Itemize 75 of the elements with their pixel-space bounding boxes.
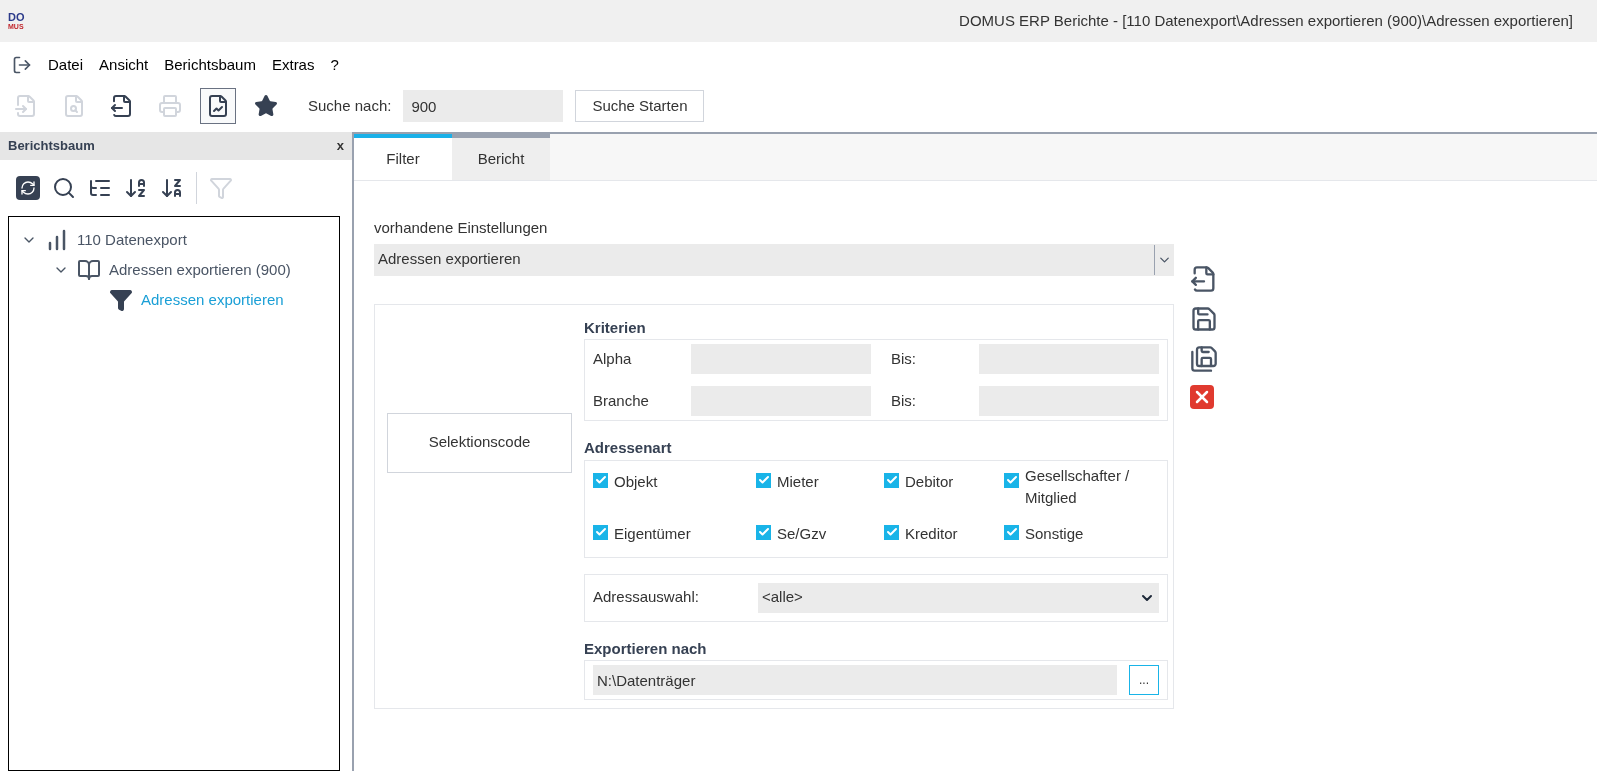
save-all-icon[interactable] xyxy=(1190,345,1218,373)
checkbox[interactable] xyxy=(1004,524,1019,540)
field-label: Branche xyxy=(593,390,650,411)
section-title: Exportieren nach xyxy=(584,638,708,659)
browse-button[interactable]: ... xyxy=(1129,665,1159,695)
menu-item[interactable]: Datei xyxy=(48,53,84,77)
menu-item[interactable]: Berichtsbaum xyxy=(164,53,256,77)
funnel-icon xyxy=(109,288,133,312)
checkbox[interactable] xyxy=(1004,472,1019,488)
checkmark-icon xyxy=(885,526,898,538)
address-dropdown[interactable]: <alle> xyxy=(758,582,1159,613)
star-icon xyxy=(254,94,278,118)
refresh-icon[interactable] xyxy=(16,176,40,200)
section-title: Kriterien xyxy=(584,317,647,338)
checkmark-icon xyxy=(594,526,607,538)
checkbox[interactable] xyxy=(884,524,899,540)
checkbox[interactable] xyxy=(593,472,608,488)
toolbar-button[interactable] xyxy=(200,88,236,124)
checkbox-label: Debitor xyxy=(905,471,954,492)
section-title: Adressenart xyxy=(584,438,673,458)
window-title: DOMUS ERP Berichte - [110 Datenexport\Adressen exportieren (900)\Adressen exportieren] xyxy=(959,10,1574,31)
field-label: Adressauswahl: xyxy=(593,587,700,608)
dropdown-value: <alle> xyxy=(762,587,803,608)
tab[interactable]: Filter xyxy=(354,134,452,180)
checkmark-icon xyxy=(885,474,898,486)
search-label: Suche nach: xyxy=(308,95,392,116)
checkbox-label: Sonstige xyxy=(1025,523,1084,544)
close-button[interactable]: x xyxy=(336,136,344,156)
sort-ascending-icon[interactable] xyxy=(124,176,148,200)
checkbox[interactable] xyxy=(756,472,771,488)
path-field[interactable]: N:\Datenträger xyxy=(593,665,1117,695)
panel-title: Berichtsbaum xyxy=(8,137,95,156)
checkbox[interactable] xyxy=(884,472,899,488)
sort-descending-icon[interactable] xyxy=(160,176,184,200)
dropdown-value: Adressen exportieren xyxy=(378,249,521,270)
tab[interactable]: Bericht xyxy=(452,134,550,180)
checkbox-label: Se/Gzv xyxy=(777,523,827,544)
file-search-icon xyxy=(62,94,86,118)
field-label: vorhandene Einstellungen xyxy=(374,218,549,238)
checkbox-label: Objekt xyxy=(614,471,658,492)
file-arrow-icon xyxy=(110,94,134,118)
checkmark-icon xyxy=(594,474,607,486)
search-field[interactable]: 900 xyxy=(403,90,564,122)
checkbox-label: Gesellschafter / Mitglied xyxy=(1025,465,1131,508)
checkmark-icon xyxy=(1005,526,1018,538)
tree-item[interactable]: Adressen exportieren (900) xyxy=(109,258,291,282)
search-icon[interactable] xyxy=(52,176,76,200)
field-label: Bis: xyxy=(891,390,917,411)
menu-item[interactable]: ? xyxy=(330,53,339,77)
exit-icon[interactable] xyxy=(12,55,32,75)
logo-text: DO xyxy=(8,12,25,23)
checkbox-label: Kreditor xyxy=(905,523,958,544)
delete-icon[interactable] xyxy=(1190,385,1214,409)
selection-code-button[interactable]: Selektionscode xyxy=(387,412,572,473)
book-icon xyxy=(77,258,101,282)
menu-item[interactable]: Ansicht xyxy=(99,53,149,77)
field-label: Bis: xyxy=(891,348,917,369)
save-icon[interactable] xyxy=(1190,305,1218,333)
checkbox-label: Mieter xyxy=(777,471,819,492)
checkmark-icon xyxy=(757,526,770,538)
printer-icon xyxy=(158,94,182,118)
export-icon[interactable] xyxy=(1190,265,1218,293)
chart-document-icon xyxy=(206,94,230,118)
checkmark-icon xyxy=(1005,474,1018,486)
menu-item[interactable]: Extras xyxy=(271,53,315,77)
field-label: Alpha xyxy=(593,348,633,369)
checkbox[interactable] xyxy=(756,524,771,540)
file-arrow-icon xyxy=(14,94,38,118)
search-button[interactable]: Suche Starten xyxy=(575,90,705,122)
checkbox-label: Eigentümer xyxy=(614,523,691,544)
tree-item[interactable]: 110 Datenexport xyxy=(77,228,187,252)
checkmark-icon xyxy=(757,474,770,486)
settings-dropdown[interactable]: Adressen exportieren xyxy=(374,243,1174,276)
checkbox[interactable] xyxy=(593,524,608,540)
filter-icon[interactable] xyxy=(209,176,233,200)
